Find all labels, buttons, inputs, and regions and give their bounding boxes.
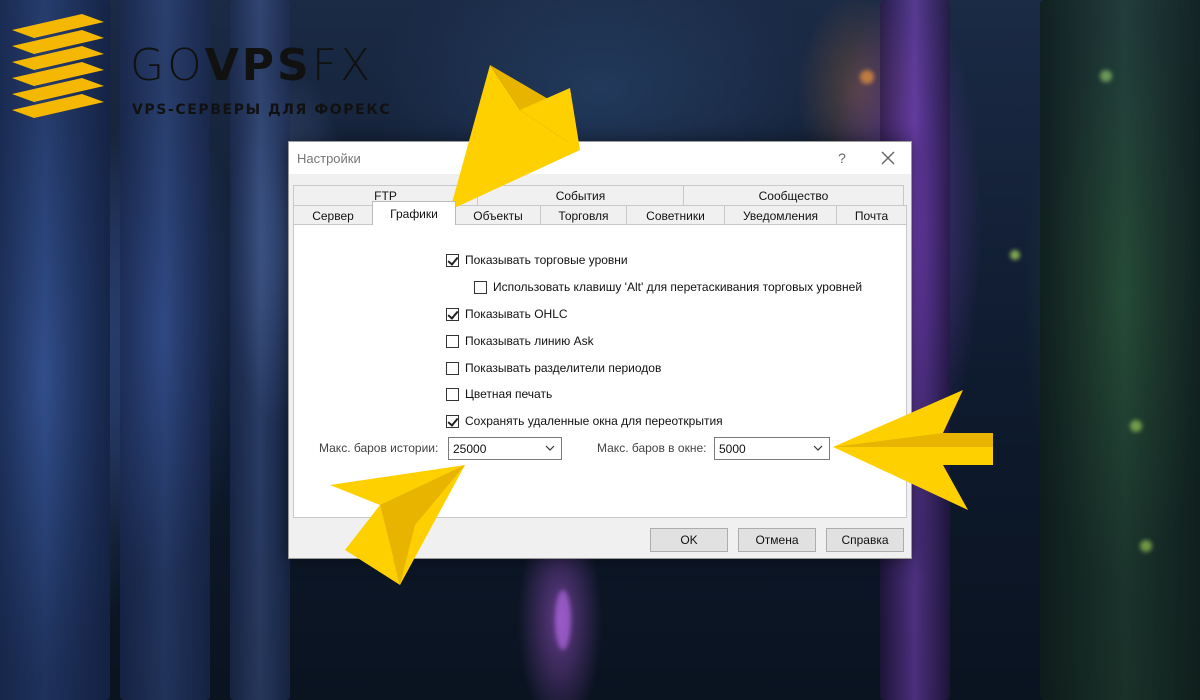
arrow-pointing-charts-tab-icon [450,65,580,210]
checkbox[interactable] [446,387,459,401]
tab-expert-advisors[interactable]: Советники [626,205,725,225]
chevron-down-icon [545,445,555,451]
close-button[interactable] [865,142,911,174]
option-show-ohlc[interactable]: Показывать OHLC [446,305,568,323]
option-save-deleted-windows[interactable]: Сохранять удаленные окна для переоткрыти… [446,412,723,430]
max-bars-window-value: 5000 [719,441,746,456]
option-label: Показывать линию Ask [465,334,594,348]
checkbox[interactable] [446,414,459,428]
server-light [1140,540,1152,552]
close-icon [881,151,895,165]
arrow-pointing-window-field-icon [833,390,993,510]
dialog-titlebar: Настройки ? [289,142,911,174]
max-bars-history-value: 25000 [453,441,487,456]
server-light [1010,250,1020,260]
max-bars-window-label: Макс. баров в окне: [597,441,707,455]
server-light [1100,70,1112,82]
logo-word-go: GO [130,40,205,91]
option-label: Сохранять удаленные окна для переоткрыти… [465,414,723,428]
option-label: Показывать OHLC [465,307,568,321]
server-light [860,70,874,84]
arrow-pointing-history-field-icon [330,465,465,585]
checkbox[interactable] [446,361,459,375]
checkbox[interactable] [446,253,459,267]
govpsfx-logo: GOVPSFX VPS-СЕРВЕРЫ ДЛЯ ФОРЕКС [12,14,432,124]
cancel-button[interactable]: Отмена [738,528,816,552]
logo-word-vps: VPS [204,40,312,91]
help-button[interactable]: ? [819,142,865,174]
checkbox[interactable] [446,307,459,321]
option-label: Показывать торговые уровни [465,253,628,267]
building-stripes-icon [12,14,104,118]
logo-wordmark: GOVPSFX [130,44,373,88]
server-light [555,590,571,650]
dialog-title: Настройки [297,151,361,166]
tab-server[interactable]: Сервер [293,205,373,225]
server-light [1130,420,1142,432]
checkbox[interactable] [474,280,487,294]
server-rack [1040,0,1200,700]
option-label: Показывать разделители периодов [465,361,662,375]
ok-button[interactable]: OK [650,528,728,552]
tab-community[interactable]: Сообщество [683,185,904,205]
option-show-ask-line[interactable]: Показывать линию Ask [446,332,594,350]
logo-word-fx: FX [311,40,374,91]
option-period-separators[interactable]: Показывать разделители периодов [446,359,661,377]
tabs-row-bottom: Сервер Графики Объекты Торговля Советник… [293,201,907,225]
max-bars-history-label: Макс. баров истории: [319,441,439,455]
tab-notifications[interactable]: Уведомления [724,205,837,225]
option-label: Цветная печать [465,387,553,401]
option-alt-key-drag[interactable]: Использовать клавишу 'Alt' для перетаски… [474,278,862,296]
option-label: Использовать клавишу 'Alt' для перетаски… [493,280,863,294]
tab-email[interactable]: Почта [836,205,907,225]
checkbox[interactable] [446,334,459,348]
logo-subtitle: VPS-СЕРВЕРЫ ДЛЯ ФОРЕКС [132,102,392,118]
option-color-print[interactable]: Цветная печать [446,385,552,403]
chevron-down-icon [813,445,823,451]
help-dialog-button[interactable]: Справка [826,528,904,552]
tab-charts[interactable]: Графики [372,201,456,225]
option-show-trade-levels[interactable]: Показывать торговые уровни [446,251,628,269]
max-bars-window-select[interactable]: 5000 [714,437,830,460]
